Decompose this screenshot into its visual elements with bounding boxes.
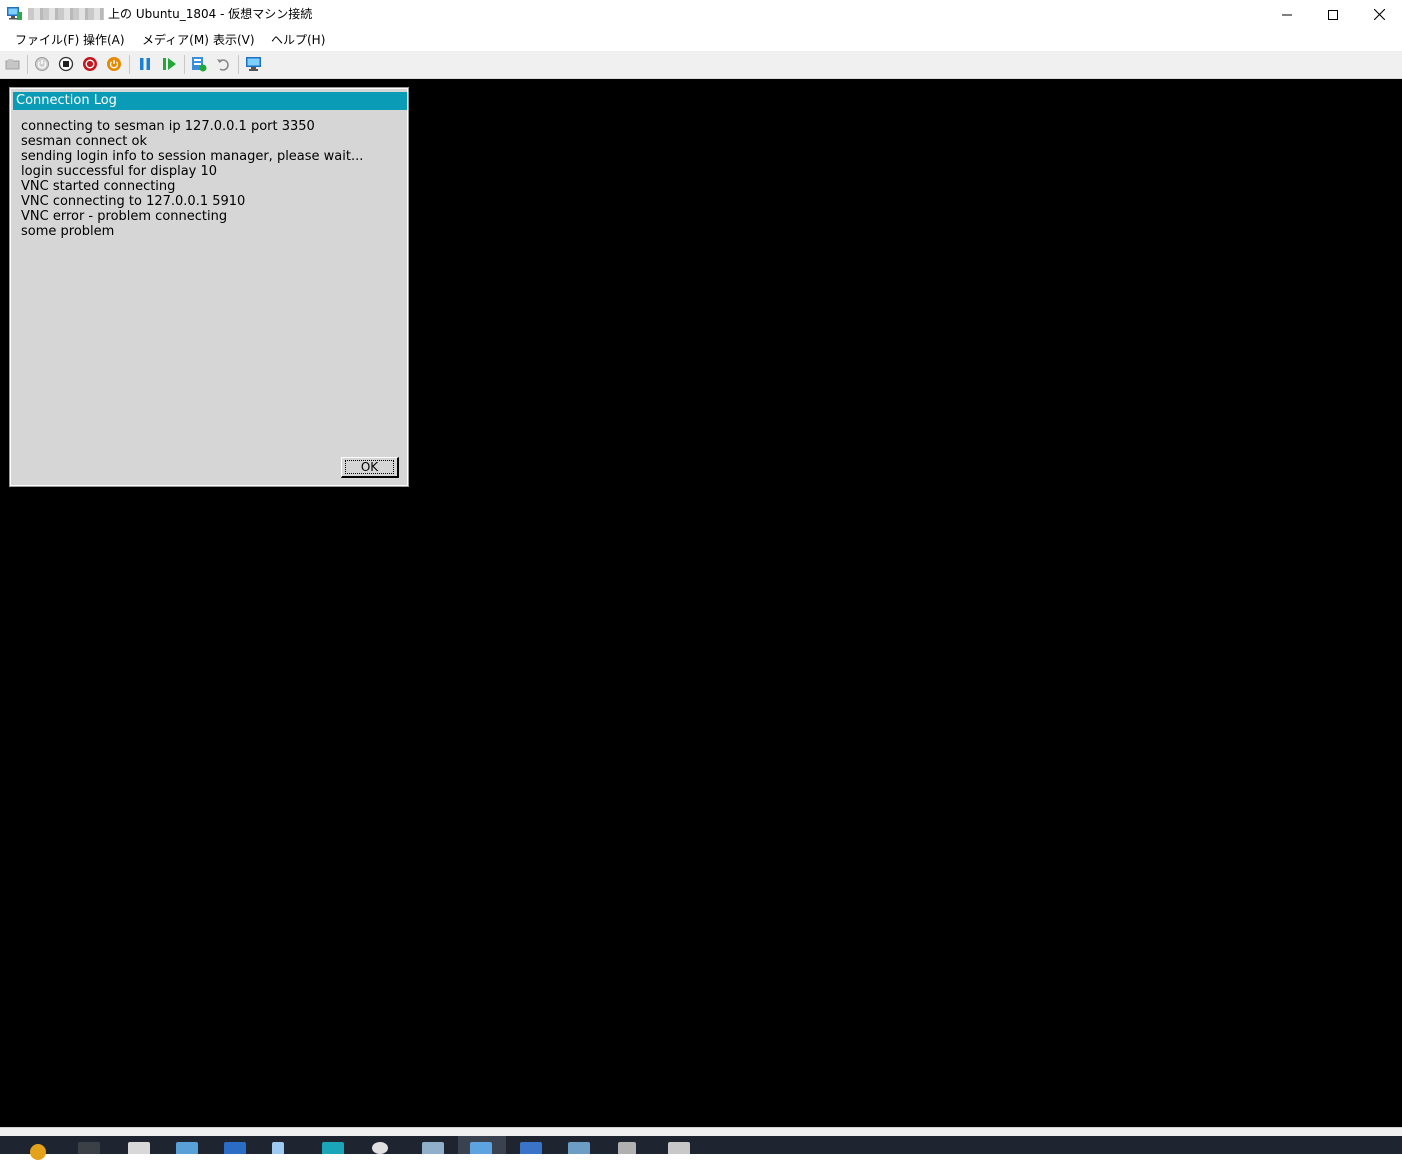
log-line: connecting to sesman ip 127.0.0.1 port 3… (21, 119, 315, 134)
store-icon[interactable] (322, 1142, 344, 1154)
resume-icon[interactable] (161, 56, 177, 72)
toolbar-separator (129, 55, 130, 74)
monitor-icon[interactable] (568, 1142, 590, 1154)
app-icon[interactable] (668, 1142, 690, 1154)
pause-icon[interactable] (137, 56, 153, 72)
shutdown-icon[interactable] (82, 56, 98, 72)
toolbar-separator (27, 55, 28, 74)
minimize-button[interactable] (1264, 0, 1310, 29)
save-icon[interactable] (106, 56, 122, 72)
menu-bar: ファイル(F) 操作(A) メディア(M) 表示(V) ヘルプ(H) (0, 29, 1402, 51)
log-line: VNC error - problem connecting (21, 209, 228, 224)
remote-desktop-icon[interactable] (224, 1142, 246, 1154)
terminal-icon[interactable] (78, 1142, 100, 1154)
window-title-bar[interactable]: 上の Ubuntu_1804 - 仮想マシン接続 (0, 0, 1402, 29)
ctrl-alt-del-icon[interactable] (5, 56, 21, 72)
start-icon[interactable] (34, 56, 50, 72)
close-icon (1373, 9, 1385, 20)
menu-file[interactable]: ファイル(F) (15, 32, 79, 48)
enhanced-session-icon[interactable] (245, 56, 261, 72)
dialog-title: Connection Log (16, 93, 117, 108)
x-server-icon[interactable] (618, 1142, 636, 1154)
window-title: 上の Ubuntu_1804 - 仮想マシン接続 (108, 7, 313, 21)
log-line: sending login info to session manager, p… (21, 149, 364, 164)
toolbar (0, 51, 1402, 79)
toolbar-separator (184, 55, 185, 74)
menu-action[interactable]: 操作(A) (83, 32, 125, 48)
host-taskbar (0, 1136, 1402, 1160)
menu-view[interactable]: 表示(V) (213, 32, 255, 48)
log-line: some problem (21, 224, 115, 239)
toolbar-separator (238, 55, 239, 74)
maximize-icon (1328, 9, 1338, 20)
photos-icon[interactable] (176, 1142, 198, 1154)
explorer-icon[interactable] (422, 1142, 444, 1154)
connection-log-dialog: Connection Log connecting to sesman ip 1… (9, 87, 409, 487)
focus-ring (345, 460, 394, 474)
menu-media[interactable]: メディア(M) (142, 32, 209, 48)
vm-connect-task-icon[interactable] (520, 1142, 542, 1154)
paint-icon[interactable] (128, 1142, 150, 1154)
settings-icon[interactable] (372, 1142, 388, 1154)
minimize-icon (1282, 14, 1292, 15)
chrome-icon[interactable] (30, 1144, 46, 1160)
dialog-title-bar[interactable]: Connection Log (13, 92, 407, 110)
vm-connect-icon (6, 6, 23, 21)
document-icon[interactable] (272, 1142, 284, 1154)
log-line: login successful for display 10 (21, 164, 218, 179)
checkpoint-icon[interactable] (191, 56, 207, 72)
maximize-button[interactable] (1310, 0, 1356, 29)
log-line: VNC started connecting (21, 179, 176, 194)
host-name-redacted (28, 8, 104, 20)
turn-off-icon[interactable] (58, 56, 74, 72)
log-line: VNC connecting to 127.0.0.1 5910 (21, 194, 246, 209)
revert-icon[interactable] (215, 56, 231, 72)
menu-help[interactable]: ヘルプ(H) (271, 32, 325, 48)
log-line: sesman connect ok (21, 134, 147, 149)
ok-button[interactable]: OK (341, 457, 399, 478)
log-text-area: connecting to sesman ip 127.0.0.1 port 3… (21, 119, 401, 239)
close-button[interactable] (1356, 0, 1402, 29)
hyper-v-icon[interactable] (470, 1142, 492, 1154)
